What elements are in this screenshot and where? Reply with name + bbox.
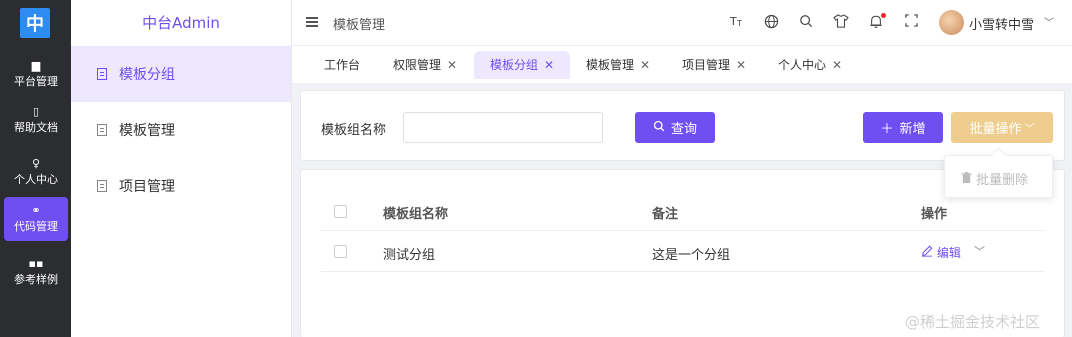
column-header-actions: 操作 bbox=[921, 207, 948, 222]
rail-item-label: 平台管理 bbox=[14, 75, 58, 88]
close-icon[interactable]: ✕ bbox=[736, 58, 746, 72]
rail-item-docs[interactable]: ▯ 帮助文档 bbox=[4, 98, 68, 142]
svg-text:T: T bbox=[736, 19, 742, 28]
close-icon[interactable]: ✕ bbox=[544, 58, 554, 72]
menu-toggle-icon[interactable] bbox=[306, 17, 318, 27]
tab-bar: 工作台 权限管理 ✕ 模板分组 ✕ 模板管理 ✕ 项目管理 ✕ 个人中心 ✕ bbox=[292, 46, 1072, 83]
query-button-label: 查询 bbox=[670, 121, 697, 136]
globe-icon[interactable] bbox=[762, 14, 780, 32]
trash-icon bbox=[961, 172, 976, 188]
user-icon: ♀ bbox=[31, 157, 41, 170]
sidebar: 中台Admin 模板分组 模板管理 项目管理 bbox=[71, 0, 292, 337]
sidebar-item-label: 项目管理 bbox=[119, 179, 175, 195]
tab-permission[interactable]: 权限管理 ✕ bbox=[377, 51, 473, 79]
close-icon[interactable]: ✕ bbox=[832, 58, 842, 72]
rail-item-platform[interactable]: ▆ 平台管理 bbox=[4, 52, 68, 96]
sidebar-item-template-group[interactable]: 模板分组 bbox=[71, 46, 291, 102]
rail-item-label: 个人中心 bbox=[14, 173, 58, 186]
bell-icon[interactable] bbox=[867, 13, 886, 32]
app-logo[interactable]: 中 bbox=[20, 8, 50, 38]
sidebar-item-project-manage[interactable]: 项目管理 bbox=[71, 158, 291, 214]
font-size-icon[interactable]: TT bbox=[728, 14, 746, 32]
tab-template-group[interactable]: 模板分组 ✕ bbox=[474, 51, 571, 79]
rail-item-label: 帮助文档 bbox=[14, 121, 58, 134]
add-button-label: 新增 bbox=[899, 121, 926, 136]
query-button[interactable]: 查询 bbox=[635, 112, 715, 143]
shirt-icon[interactable] bbox=[832, 14, 850, 32]
tab-label: 项目管理 bbox=[682, 58, 731, 72]
add-button[interactable]: ＋ 新增 bbox=[863, 112, 943, 143]
rail-item-examples[interactable]: ▪▪ 参考样例 bbox=[4, 250, 68, 294]
batch-operations-button[interactable]: 批量操作 ﹀ bbox=[951, 112, 1053, 143]
monitor-icon: ▆ bbox=[31, 59, 41, 72]
chevron-down-icon: ﹀ bbox=[1024, 124, 1035, 135]
app-rail: 中 ▆ 平台管理 ▯ 帮助文档 ♀ 个人中心 ⚭ 代码管理 ▪▪ 参考样例 bbox=[0, 0, 71, 337]
fullscreen-icon[interactable] bbox=[902, 14, 920, 32]
rail-item-label: 参考样例 bbox=[14, 273, 58, 286]
doc-icon: ▯ bbox=[32, 105, 40, 118]
sidebar-title: 中台Admin bbox=[142, 14, 220, 32]
breadcrumb: 模板管理 bbox=[333, 18, 386, 33]
tab-label: 工作台 bbox=[324, 58, 361, 72]
tab-label: 个人中心 bbox=[778, 58, 827, 72]
column-header-remark: 备注 bbox=[652, 207, 679, 222]
chevron-down-icon[interactable]: ﹀ bbox=[1044, 14, 1054, 29]
select-all-checkbox[interactable] bbox=[334, 205, 347, 218]
bike-icon: ⚭ bbox=[31, 204, 41, 217]
batch-button-label: 批量操作 bbox=[969, 121, 1022, 136]
divider bbox=[321, 230, 1045, 231]
notification-dot bbox=[881, 13, 886, 18]
tab-label: 权限管理 bbox=[393, 58, 442, 72]
document-icon bbox=[97, 68, 107, 80]
batch-delete-item[interactable]: 批量删除 bbox=[961, 169, 1028, 188]
template-group-name-input[interactable] bbox=[403, 112, 603, 143]
search-panel: 模板组名称 查询 ＋ 新增 批量操作 ﹀ bbox=[300, 90, 1065, 161]
rail-item-profile[interactable]: ♀ 个人中心 bbox=[4, 150, 68, 194]
batch-delete-label: 批量删除 bbox=[976, 173, 1029, 188]
close-icon[interactable]: ✕ bbox=[447, 58, 457, 72]
cell-name: 测试分组 bbox=[383, 248, 436, 263]
divider bbox=[321, 271, 1045, 272]
cell-remark: 这是一个分组 bbox=[652, 248, 731, 263]
rail-item-code[interactable]: ⚭ 代码管理 bbox=[4, 197, 68, 241]
avatar[interactable] bbox=[939, 10, 964, 35]
close-icon[interactable]: ✕ bbox=[640, 58, 650, 72]
edit-link[interactable]: 编辑 bbox=[921, 244, 961, 261]
sidebar-item-template-manage[interactable]: 模板管理 bbox=[71, 102, 291, 158]
tab-profile[interactable]: 个人中心 ✕ bbox=[762, 51, 858, 79]
sidebar-item-label: 模板分组 bbox=[119, 67, 175, 83]
tab-project-manage[interactable]: 项目管理 ✕ bbox=[666, 51, 762, 79]
watermark: @稀土掘金技术社区 bbox=[905, 313, 1041, 331]
tab-workbench[interactable]: 工作台 bbox=[308, 51, 376, 79]
tab-template-manage[interactable]: 模板管理 ✕ bbox=[570, 51, 666, 79]
template-group-name-label: 模板组名称 bbox=[321, 123, 387, 138]
batch-operations-dropdown: 批量删除 bbox=[944, 155, 1053, 198]
sidebar-item-label: 模板管理 bbox=[119, 123, 175, 139]
edit-label: 编辑 bbox=[936, 246, 961, 260]
document-icon bbox=[97, 124, 107, 136]
plus-icon: ＋ bbox=[880, 121, 894, 136]
tab-label: 模板管理 bbox=[586, 58, 635, 72]
chevron-down-icon[interactable]: ﹀ bbox=[974, 243, 985, 259]
grid-icon: ▪▪ bbox=[28, 257, 44, 270]
search-icon[interactable] bbox=[797, 14, 815, 32]
rail-item-label: 代码管理 bbox=[14, 220, 58, 233]
column-header-name: 模板组名称 bbox=[383, 207, 449, 222]
svg-text:T: T bbox=[730, 15, 737, 28]
top-header: 模板管理 TT 小雪转中雪 ﹀ bbox=[292, 0, 1072, 46]
username[interactable]: 小雪转中雪 bbox=[969, 14, 1034, 33]
row-checkbox[interactable] bbox=[334, 245, 347, 258]
document-icon bbox=[97, 180, 107, 192]
search-icon bbox=[653, 120, 665, 135]
tab-label: 模板分组 bbox=[490, 58, 539, 72]
edit-icon bbox=[921, 245, 937, 260]
